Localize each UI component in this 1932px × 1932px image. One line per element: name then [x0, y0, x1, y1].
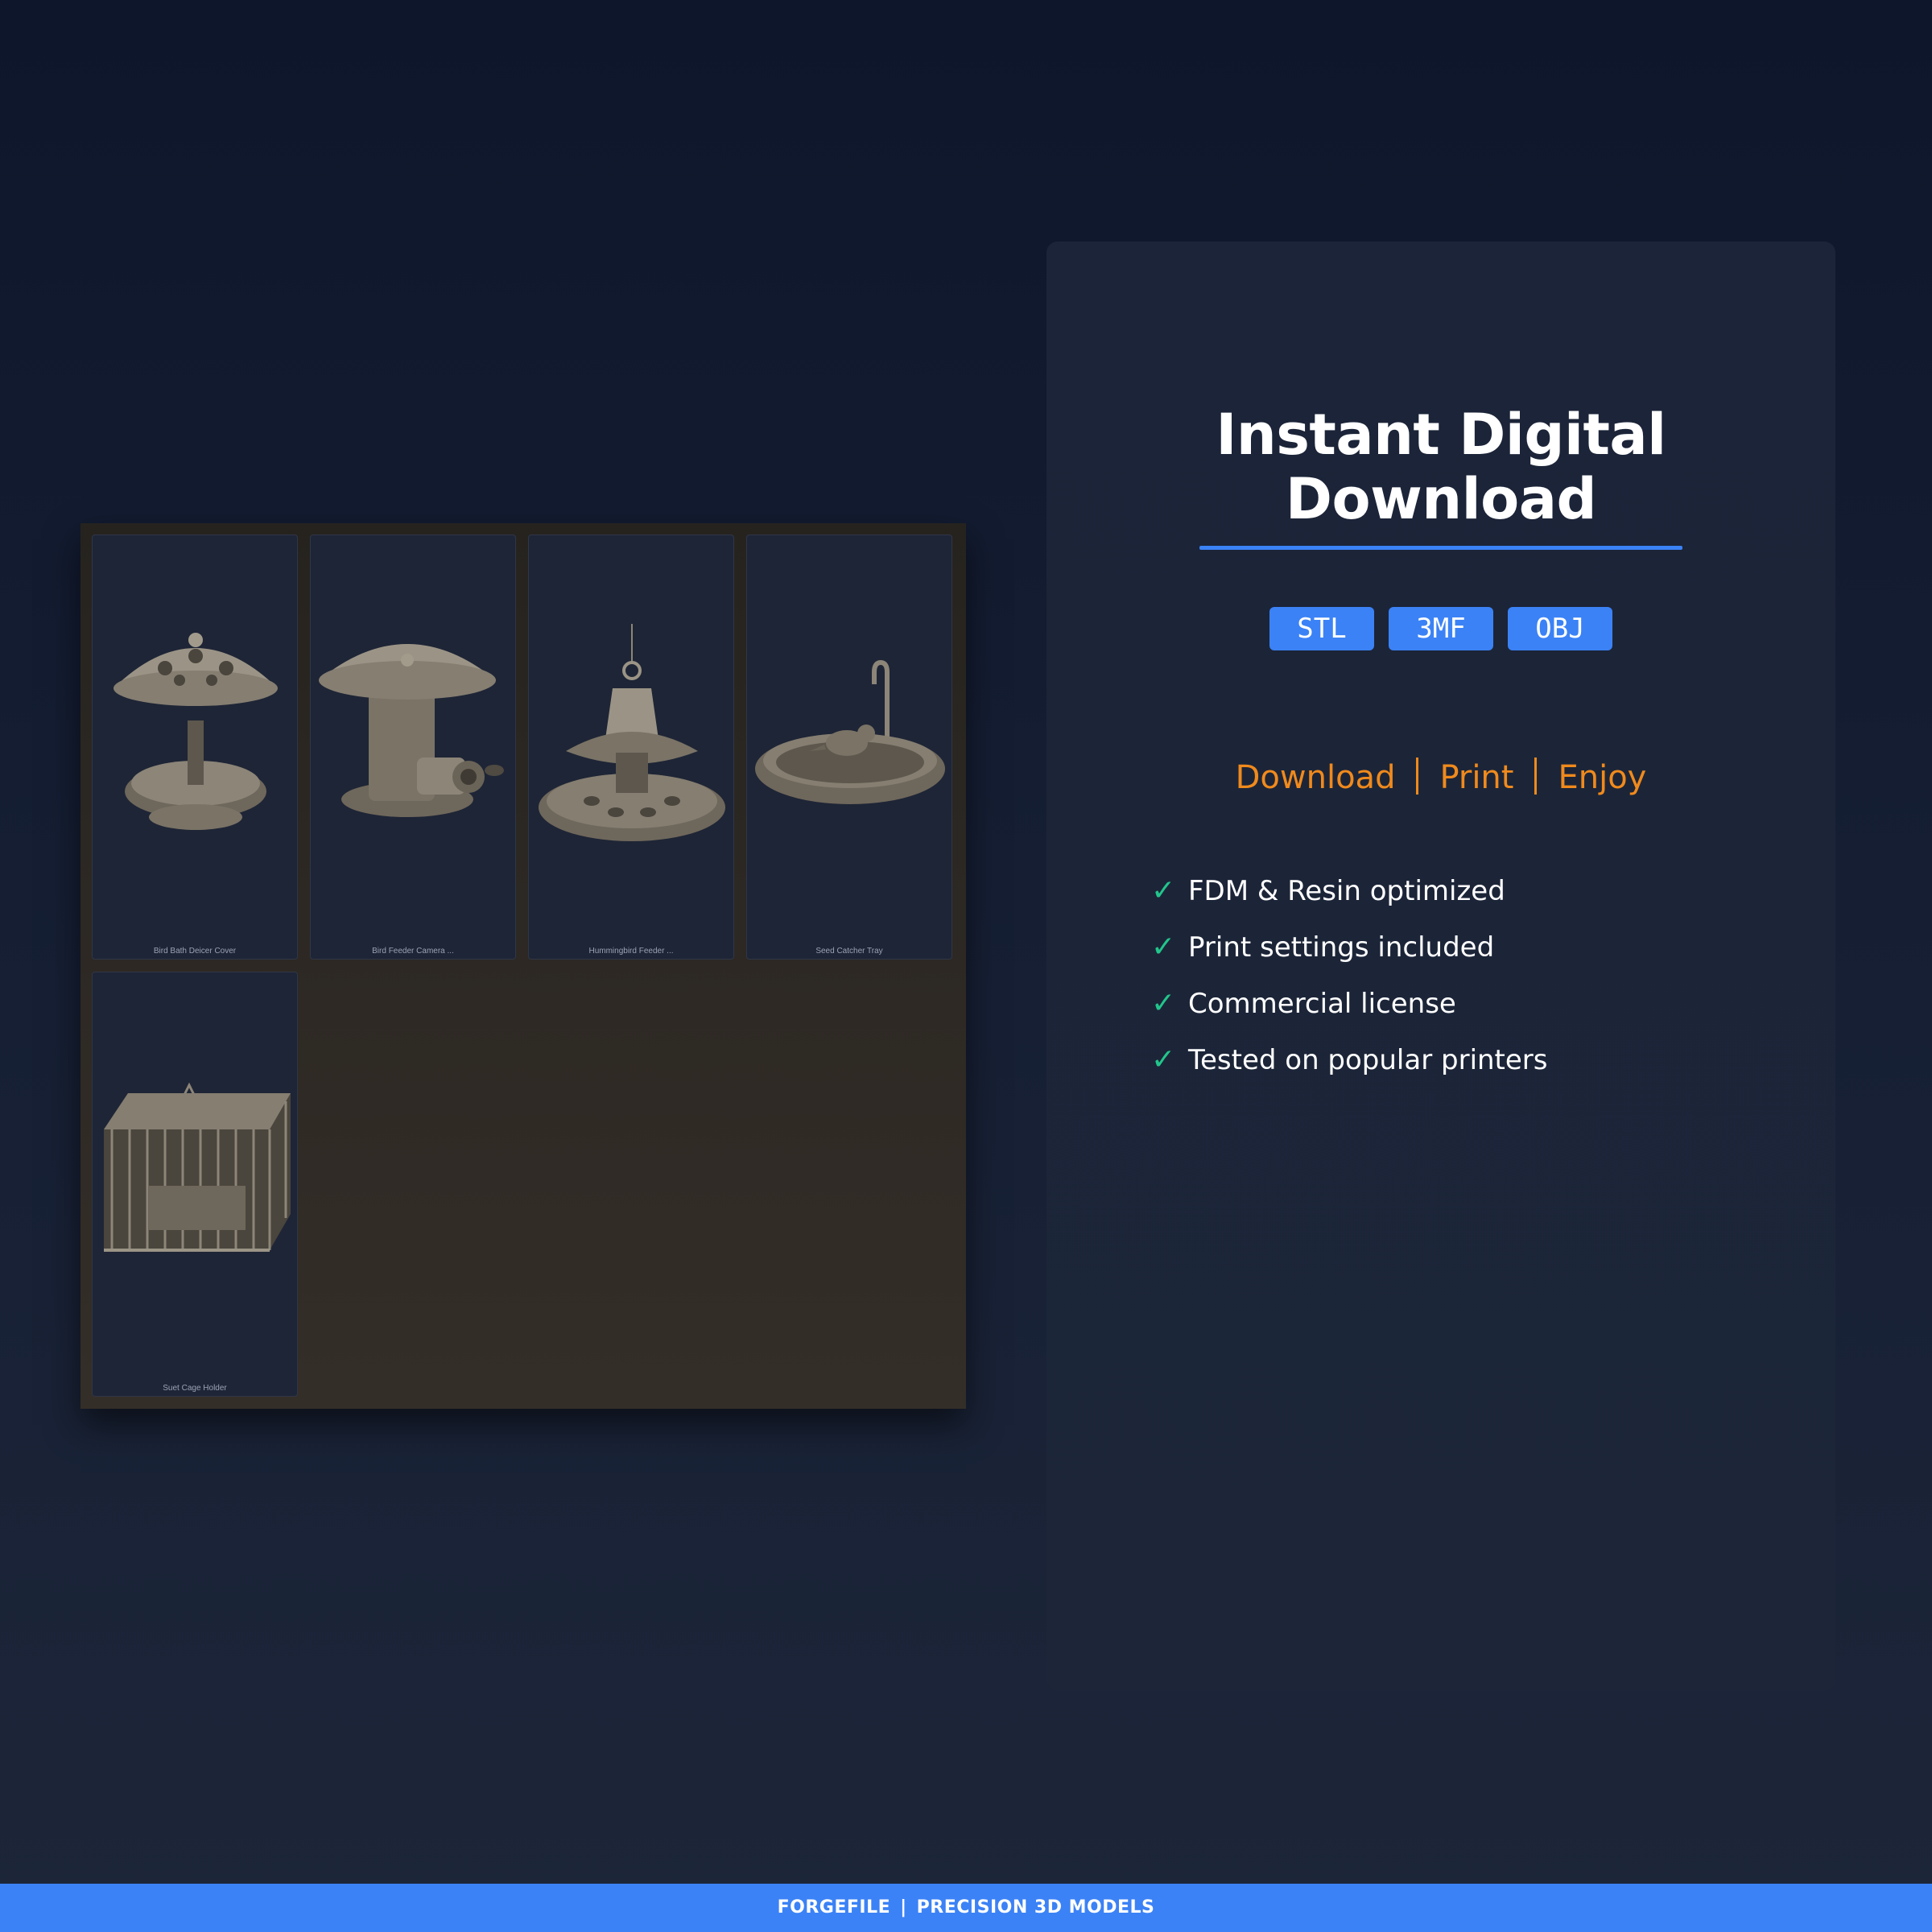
- title-underline: [1199, 546, 1682, 550]
- gallery-tile[interactable]: Hummingbird Feeder ...: [528, 535, 734, 960]
- feature-list: ✓ FDM & Resin optimized ✓ Print settings i…: [1151, 863, 1548, 1088]
- check-icon: ✓: [1151, 931, 1176, 964]
- check-icon: ✓: [1151, 1043, 1176, 1076]
- footer-separator: |: [900, 1897, 907, 1918]
- tagline-print: Print: [1439, 759, 1514, 796]
- gallery-tile[interactable]: Bird Bath Deicer Cover: [92, 535, 298, 960]
- seed-catcher-tray-image: [755, 659, 945, 804]
- footer-subtitle: PRECISION 3D MODELS: [916, 1897, 1155, 1918]
- tagline: Download Print Enjoy: [1046, 753, 1835, 802]
- footer-bar: FORGEFILE | PRECISION 3D MODELS: [0, 1884, 1932, 1932]
- feature-text: Commercial license: [1188, 988, 1456, 1020]
- tile-label: Bird Bath Deicer Cover: [153, 947, 237, 956]
- format-badges: STL 3MF OBJ: [1046, 607, 1835, 650]
- format-badge-stl: STL: [1269, 607, 1374, 650]
- bird-bath-deicer-image: [114, 633, 278, 830]
- title-line-2: Download: [1285, 466, 1597, 532]
- feature-item: ✓ Tested on popular printers: [1151, 1032, 1548, 1088]
- footer-brand: FORGEFILE: [777, 1897, 891, 1918]
- panel-title: Instant Digital Download: [1046, 402, 1835, 531]
- model-gallery: Bird Bath Deicer Cover Bird Feeder Camer…: [80, 523, 966, 1409]
- feature-item: ✓ FDM & Resin optimized: [1151, 863, 1548, 919]
- feature-item: ✓ Commercial license: [1151, 976, 1548, 1032]
- tile-label: Seed Catcher Tray: [815, 947, 883, 956]
- feature-text: Tested on popular printers: [1188, 1044, 1548, 1076]
- suet-cage-holder-image: [104, 1082, 291, 1252]
- hummingbird-feeder-image: [539, 624, 725, 841]
- bird-feeder-camera-image: [319, 644, 504, 817]
- check-icon: ✓: [1151, 874, 1176, 907]
- format-badge-3mf: 3MF: [1389, 607, 1493, 650]
- tagline-separator: [1534, 758, 1538, 795]
- tagline-enjoy: Enjoy: [1558, 759, 1647, 796]
- title-line-1: Instant Digital: [1216, 402, 1666, 468]
- feature-text: Print settings included: [1188, 931, 1495, 964]
- download-info-panel: Instant Digital Download STL 3MF OBJ Dow…: [1046, 242, 1835, 1690]
- tile-label: Hummingbird Feeder ...: [588, 947, 674, 956]
- feature-text: FDM & Resin optimized: [1188, 875, 1505, 907]
- gallery-tile[interactable]: Suet Cage Holder: [92, 972, 298, 1397]
- tile-label: Bird Feeder Camera ...: [372, 947, 454, 956]
- check-icon: ✓: [1151, 987, 1176, 1020]
- tagline-separator: [1416, 758, 1419, 795]
- gallery-tile[interactable]: Bird Feeder Camera ...: [310, 535, 516, 960]
- tagline-download: Download: [1235, 759, 1396, 796]
- gallery-tile[interactable]: Seed Catcher Tray: [746, 535, 952, 960]
- tile-label: Suet Cage Holder: [163, 1384, 227, 1393]
- format-badge-obj: OBJ: [1508, 607, 1612, 650]
- feature-item: ✓ Print settings included: [1151, 919, 1548, 976]
